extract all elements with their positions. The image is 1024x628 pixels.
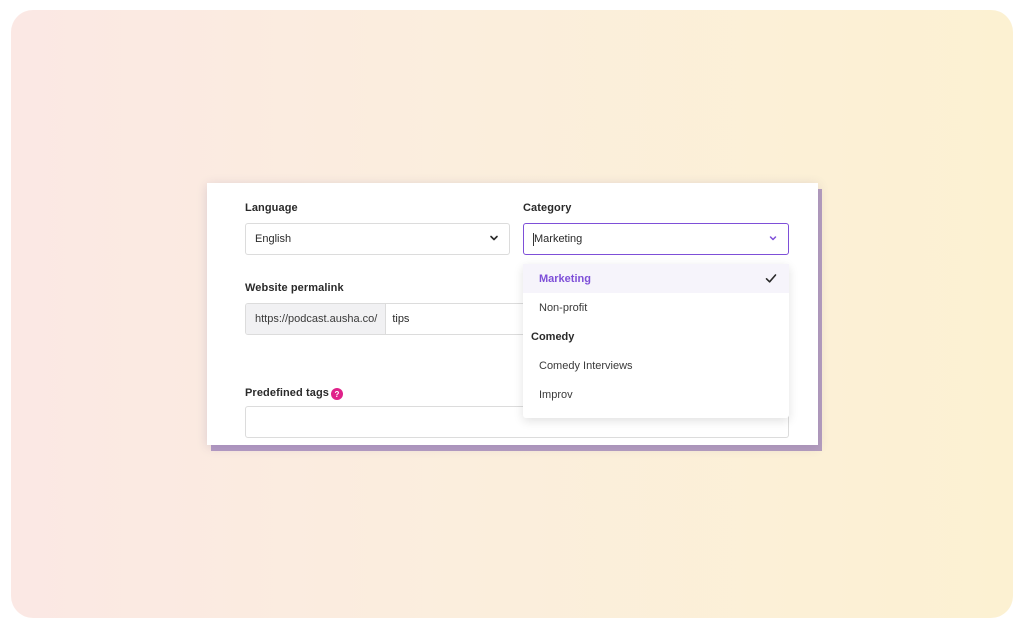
website-permalink-field[interactable]: https://podcast.ausha.co/ tips bbox=[245, 303, 535, 335]
language-value: English bbox=[255, 233, 292, 245]
option-label: Marketing bbox=[539, 272, 591, 285]
option-label: Improv bbox=[539, 388, 573, 401]
permalink-prefix: https://podcast.ausha.co/ bbox=[246, 304, 387, 334]
option-label: Comedy Interviews bbox=[539, 359, 633, 372]
language-select[interactable]: English bbox=[245, 223, 510, 255]
checkmark-icon bbox=[765, 274, 777, 283]
question-mark-icon[interactable]: ? bbox=[331, 388, 343, 400]
option-label: Non-profit bbox=[539, 301, 588, 314]
dropdown-option-marketing[interactable]: Marketing bbox=[523, 264, 789, 293]
dropdown-option-improv[interactable]: Improv bbox=[523, 380, 789, 409]
predefined-tags-label: Predefined tags bbox=[245, 387, 330, 399]
chevron-down-icon bbox=[490, 235, 498, 241]
dropdown-option-non-profit[interactable]: Non-profit bbox=[523, 293, 789, 322]
category-value: Marketing bbox=[534, 233, 583, 245]
dropdown-group-comedy: Comedy bbox=[523, 322, 789, 351]
group-label: Comedy bbox=[531, 330, 575, 343]
website-permalink-label: Website permalink bbox=[245, 282, 344, 294]
dropdown-option-comedy-interviews[interactable]: Comedy Interviews bbox=[523, 351, 789, 380]
chevron-down-icon bbox=[769, 236, 777, 241]
permalink-slug-input[interactable]: tips bbox=[386, 304, 409, 334]
category-dropdown-menu: Marketing Non-profit Comedy Comedy Inter… bbox=[523, 264, 789, 418]
category-select[interactable]: Marketing bbox=[523, 223, 789, 255]
category-label: Category bbox=[523, 202, 572, 214]
language-label: Language bbox=[245, 202, 298, 214]
